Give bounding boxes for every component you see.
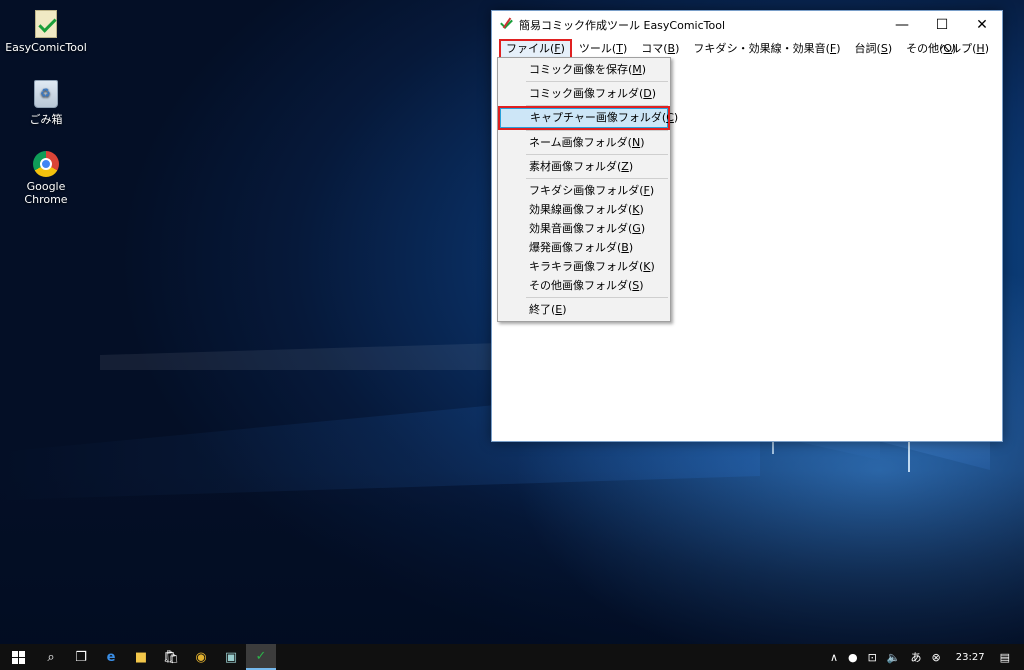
search-button[interactable]: ⌕ [36,644,66,670]
desktop-icon-recycle-bin[interactable]: ごみ箱 [4,80,88,127]
edge-icon: e [106,649,116,665]
title-bar[interactable]: 簡易コミック作成ツール EasyComicTool — ☐ ✕ [492,11,1002,39]
taskbar-chrome[interactable]: ◉ [186,644,216,670]
desktop-icon-easycomictool[interactable]: EasyComicTool [4,10,88,54]
menu-separator [526,130,668,131]
wallpaper-beam [908,438,910,472]
menu-fukidashi[interactable]: フキダシ・効果線・効果音(F) [686,39,847,59]
task-view-icon: ❐ [75,649,87,665]
taskbar-easycomictool[interactable]: ✓ [246,644,276,670]
app-icon [499,17,515,33]
menu-item-material-folder[interactable]: 素材画像フォルダ(Z) [498,157,670,176]
taskbar-store[interactable]: 🛍 [156,644,186,670]
taskbar-edge[interactable]: e [96,644,126,670]
start-button[interactable] [0,644,36,670]
language-icon[interactable]: あ [906,649,927,665]
maximize-button[interactable]: ☐ [922,11,962,39]
task-view-button[interactable]: ❐ [66,644,96,670]
minimize-button[interactable]: — [882,11,922,39]
close-button[interactable]: ✕ [962,11,1002,39]
menu-item-effectline-folder[interactable]: 効果線画像フォルダ(K) [498,200,670,219]
menu-file[interactable]: ファイル(F) [499,39,572,59]
desktop-icon-label: Google Chrome [24,180,68,206]
menu-separator [526,178,668,179]
chevron-up-icon[interactable]: ∧ [825,651,843,664]
menu-item-sound-folder[interactable]: 効果音画像フォルダ(G) [498,219,670,238]
easycomictool-icon: ✓ [255,648,267,664]
menu-item-comic-folder[interactable]: コミック画像フォルダ(D) [498,84,670,103]
search-icon: ⌕ [47,649,55,665]
chrome-icon: ◉ [195,649,207,665]
menu-item-fukidashi-folder[interactable]: フキダシ画像フォルダ(F) [498,181,670,200]
desktop-icon-label: ごみ箱 [29,113,63,126]
menu-item-save-comic[interactable]: コミック画像を保存(M) [498,60,670,79]
menu-item-explosion-folder[interactable]: 爆発画像フォルダ(B) [498,238,670,257]
easycomictool-icon [35,10,57,38]
menu-item-other-folder[interactable]: その他画像フォルダ(S) [498,276,670,295]
windows-logo-icon [11,650,25,664]
notification-icon[interactable]: ▤ [995,651,1024,664]
ime-off-icon[interactable]: ⊗ [927,651,946,664]
menu-item-name-folder[interactable]: ネーム画像フォルダ(N) [498,133,670,152]
volume-icon[interactable]: 🔈 [882,651,906,664]
network-icon[interactable]: ⊡ [863,651,882,664]
menu-item-capture-folder[interactable]: キャプチャー画像フォルダ(C) [498,106,678,130]
menu-separator [526,297,668,298]
taskbar-clock[interactable]: 23:27 [946,652,995,663]
wallpaper-beam [772,440,774,454]
chrome-icon [33,151,59,177]
menu-bar: ファイル(F) ツール(T) コマ(B) フキダシ・効果線・効果音(F) 台詞(… [492,39,1002,59]
menu-serif[interactable]: 台詞(S) [848,39,900,59]
menu-tool[interactable]: ツール(T) [572,39,634,59]
taskbar: ⌕ ❐ e ■ 🛍 ◉ ▣ ✓ ∧ ● ⊡ 🔈 あ ⊗ 23:27 ▤ [0,644,1024,670]
menu-help[interactable]: ヘルプ(H) [932,39,996,59]
photos-icon: ▣ [224,649,238,665]
menu-item-sparkle-folder[interactable]: キラキラ画像フォルダ(K) [498,257,670,276]
file-menu-dropdown: コミック画像を保存(M) コミック画像フォルダ(D) キャプチャー画像フォルダ(… [497,57,678,322]
desktop-icon-label: EasyComicTool [5,41,87,54]
desktop-icon-google-chrome[interactable]: Google Chrome [4,151,88,206]
tray-app-icon[interactable]: ● [843,651,863,664]
menu-separator [526,154,668,155]
store-icon: 🛍 [162,649,180,665]
menu-item-exit[interactable]: 終了(E) [498,300,670,319]
menu-separator [526,105,668,106]
folder-icon: ■ [134,649,148,665]
taskbar-explorer[interactable]: ■ [126,644,156,670]
taskbar-photos[interactable]: ▣ [216,644,246,670]
window-title: 簡易コミック作成ツール EasyComicTool [519,19,726,32]
menu-separator [526,81,668,82]
recycle-bin-icon [34,80,58,108]
menu-koma[interactable]: コマ(B) [634,39,686,59]
system-tray: ∧ ● ⊡ 🔈 あ ⊗ 23:27 ▤ [825,644,1024,670]
wallpaper-floor [0,470,1024,644]
